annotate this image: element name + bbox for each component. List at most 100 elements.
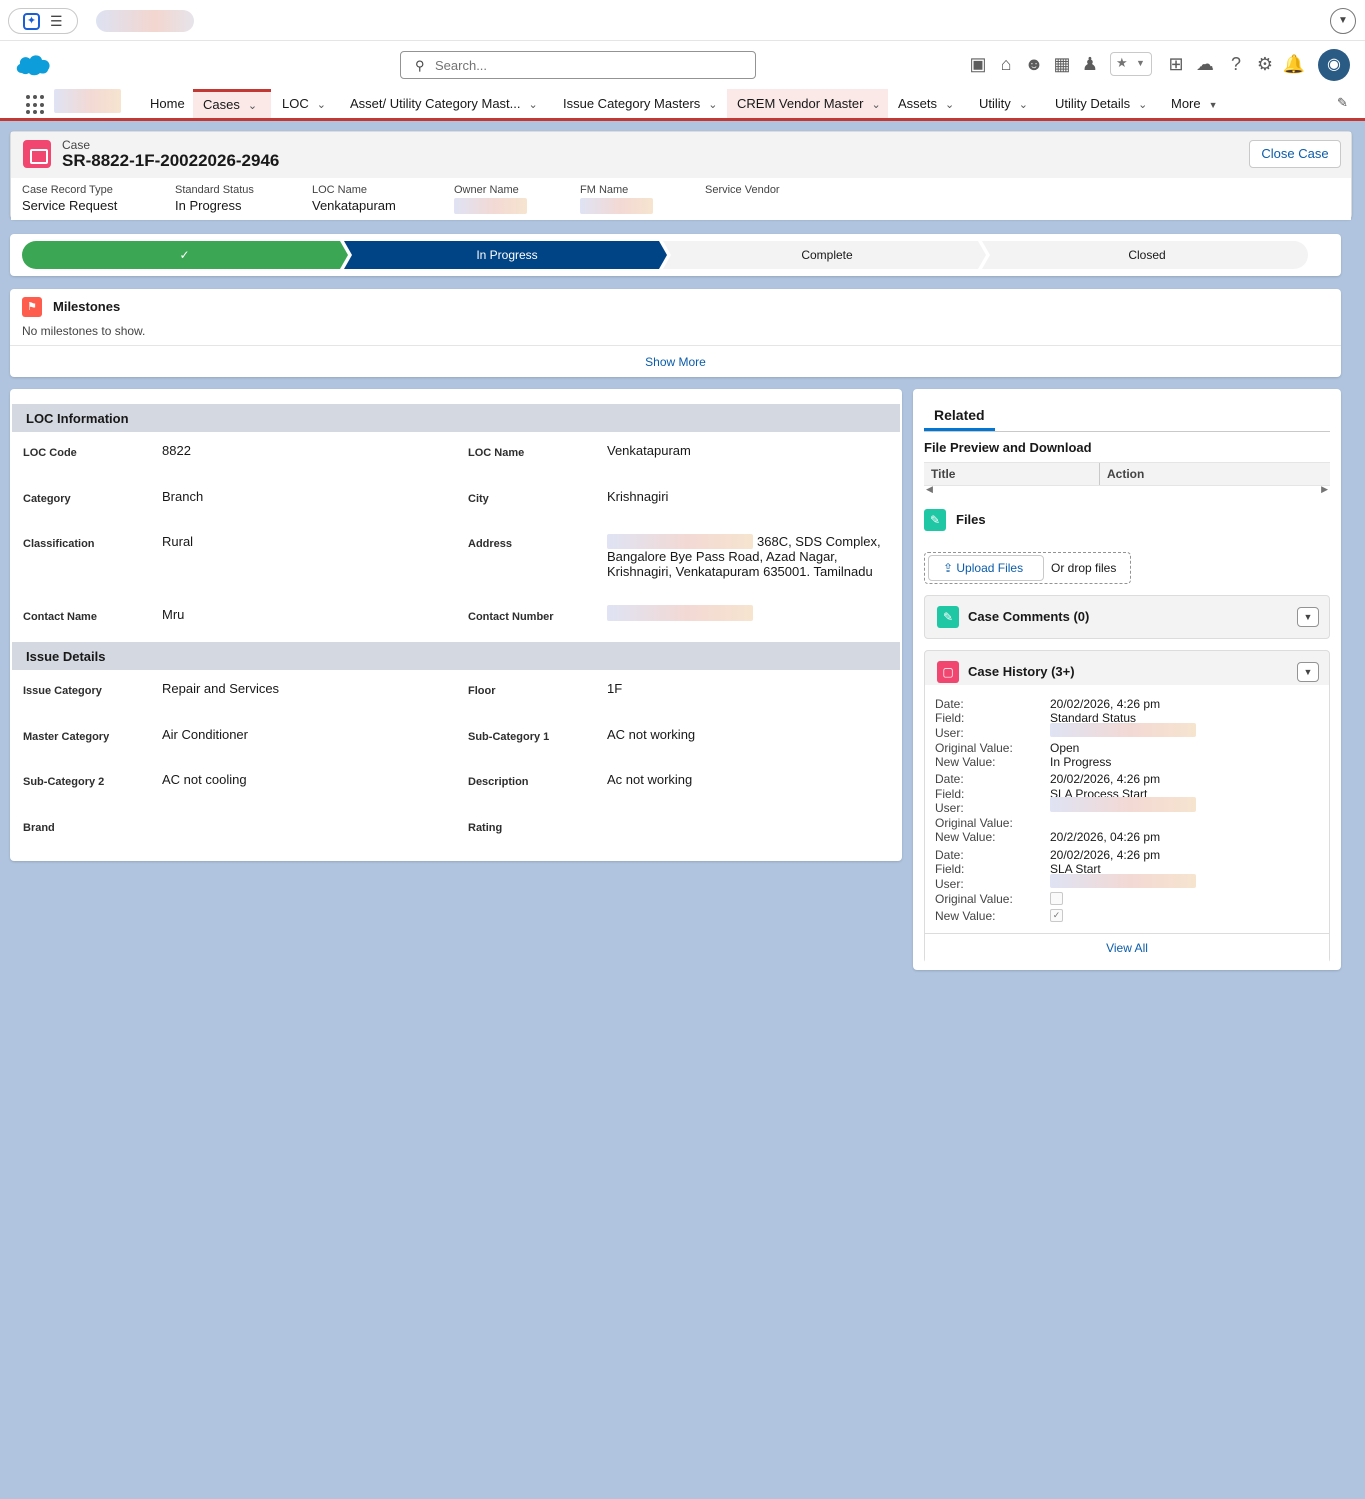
section-loc-information[interactable]: LOC Information: [12, 404, 900, 432]
nav-label: Utility: [979, 96, 1011, 111]
nav-item-utility-details[interactable]: Utility Details ⌄: [1045, 89, 1147, 118]
avatar[interactable]: ◉: [1318, 49, 1350, 81]
nav-item-utility[interactable]: Utility ⌄: [969, 89, 1028, 118]
show-more-link[interactable]: Show More: [10, 355, 1341, 369]
gear-icon[interactable]: ⚙: [1253, 51, 1277, 77]
nav-item-crem-vendor[interactable]: CREM Vendor Master ⌄: [727, 89, 888, 118]
chevron-down-icon[interactable]: ⌄: [1019, 99, 1028, 111]
salesforce-logo[interactable]: [14, 51, 52, 77]
case-history-title[interactable]: Case History (3+): [968, 664, 1075, 679]
chevron-down-icon[interactable]: ⌄: [871, 99, 880, 111]
chevron-down-icon[interactable]: ⌄: [708, 99, 717, 111]
nav-label: Utility Details: [1055, 96, 1131, 111]
upload-files-button[interactable]: ⇪ Upload Files: [928, 555, 1044, 581]
edit-nav-icon[interactable]: ✎: [1337, 95, 1348, 111]
chevron-down-icon[interactable]: ▼: [1330, 8, 1356, 34]
add-icon[interactable]: ⊞: [1164, 51, 1188, 77]
favorites-button[interactable]: ★ ▼: [1110, 52, 1152, 76]
path-step-closed[interactable]: Closed: [987, 241, 1307, 269]
file-drop-zone[interactable]: ⇪ Upload Files Or drop files: [924, 552, 1131, 584]
nav-item-home[interactable]: Home: [140, 89, 185, 118]
chevron-down-icon[interactable]: ⌄: [317, 99, 326, 111]
redacted-user-link[interactable]: [1050, 723, 1196, 737]
chevron-down-icon[interactable]: ⌄: [529, 99, 538, 111]
files-title[interactable]: Files: [956, 512, 986, 527]
user-settings-icon[interactable]: ♟: [1078, 51, 1102, 77]
nav-item-assets[interactable]: Assets ⌄: [888, 89, 954, 118]
chevron-down-icon[interactable]: ⌄: [1138, 99, 1147, 111]
chevron-down-icon[interactable]: ▼: [1136, 58, 1145, 68]
field-value-city: Krishnagiri: [607, 489, 669, 504]
nav-label: Issue Category Masters: [563, 96, 701, 111]
redacted-user-link[interactable]: [1050, 874, 1196, 888]
global-header: ⚲ Search... ▣ ⌂ ☻ ▦ ♟ ★ ▼ ⊞ ☁ ? ⚙ 🔔 ◉: [0, 41, 1365, 89]
chevron-down-icon[interactable]: ⌄: [945, 99, 954, 111]
field-value-loc-name[interactable]: Venkatapuram: [607, 443, 691, 458]
redacted-owner-link[interactable]: [454, 198, 527, 214]
astro-icon[interactable]: ☻: [1022, 51, 1046, 77]
milestones-empty-text: No milestones to show.: [22, 324, 146, 338]
redacted-user-link[interactable]: [1050, 797, 1196, 812]
nav-item-more[interactable]: More ▼: [1161, 89, 1218, 118]
agent-launcher-button[interactable]: ✦ ☰: [8, 8, 78, 34]
help-icon[interactable]: ?: [1224, 51, 1248, 77]
comment-icon: ✎: [937, 606, 959, 628]
highlight-status: Standard Status In Progress: [175, 184, 254, 213]
field-label-rating: Rating: [468, 822, 503, 834]
history-label: Original Value:: [935, 816, 1013, 830]
chevron-down-icon[interactable]: ▼: [1297, 662, 1319, 682]
field-label-address: Address: [468, 538, 513, 550]
milestone-icon: ⚑: [22, 297, 42, 317]
nav-label: More: [1171, 96, 1201, 111]
view-all-link[interactable]: View All: [925, 941, 1329, 955]
close-case-button[interactable]: Close Case: [1249, 140, 1341, 168]
dashboard-icon[interactable]: ▦: [1050, 51, 1074, 77]
nav-item-cases[interactable]: Cases ⌄: [193, 89, 271, 118]
caret-down-icon: ▼: [1208, 100, 1218, 110]
field-label-master-category: Master Category: [23, 731, 110, 743]
column-header-title[interactable]: Title: [931, 467, 955, 481]
bell-icon[interactable]: 🔔: [1282, 51, 1306, 77]
tab-related[interactable]: Related: [924, 407, 995, 431]
home-icon[interactable]: ⌂: [994, 51, 1018, 77]
field-label-category: Category: [23, 493, 71, 505]
field-value-classification: Rural: [162, 534, 194, 549]
section-issue-details[interactable]: Issue Details: [12, 642, 900, 670]
column-header-action[interactable]: Action: [1107, 467, 1144, 481]
field-value-contact-name: Mru: [162, 607, 185, 622]
field-label-loc-name: LOC Name: [468, 447, 525, 459]
path-step-complete[interactable]: Complete: [667, 241, 987, 269]
record-details: LOC Information LOC Code 8822 LOC Name V…: [10, 389, 902, 861]
field-value-description: Ac not working: [607, 772, 693, 787]
scroll-right-icon[interactable]: ▶: [1321, 484, 1328, 495]
files-icon: ✎: [924, 509, 946, 531]
report-icon[interactable]: ▣: [966, 51, 990, 77]
global-search-input[interactable]: ⚲ Search...: [400, 51, 756, 79]
history-date: 20/02/2026, 4:26 pm: [1050, 697, 1161, 711]
highlight-loc-name: LOC Name Venkatapuram: [312, 184, 396, 213]
history-label: Original Value:: [935, 741, 1013, 755]
object-label: Case: [62, 138, 91, 152]
redacted-fm-link[interactable]: [580, 198, 653, 214]
nav-item-issue-category[interactable]: Issue Category Masters ⌄: [553, 89, 718, 118]
field-value-loc-code: 8822: [162, 443, 191, 458]
nav-item-loc[interactable]: LOC ⌄: [272, 89, 326, 118]
path-step-in-progress[interactable]: In Progress: [347, 241, 667, 269]
search-placeholder: Search...: [435, 58, 488, 73]
field-label: Service Vendor: [705, 184, 780, 196]
nav-item-asset-category[interactable]: Asset/ Utility Category Mast... ⌄: [340, 89, 538, 118]
case-comments-title[interactable]: Case Comments (0): [968, 609, 1089, 624]
history-label: New Value:: [935, 755, 996, 769]
chevron-down-icon[interactable]: ⌄: [248, 100, 257, 112]
status-path: ✓ In Progress Complete Closed: [10, 234, 1341, 276]
nav-label: Cases: [203, 97, 240, 112]
horizontal-scrollbar[interactable]: ◀ ▶: [924, 484, 1330, 496]
related-panel: Related File Preview and Download Title …: [913, 389, 1341, 970]
history-label: Field:: [935, 787, 965, 801]
chevron-down-icon[interactable]: ▼: [1297, 607, 1319, 627]
trailhead-icon[interactable]: ☁: [1193, 51, 1217, 77]
app-launcher-icon[interactable]: [26, 95, 46, 115]
scroll-left-icon[interactable]: ◀: [926, 484, 933, 495]
menu-icon: ☰: [50, 13, 63, 29]
check-icon: ✓: [179, 248, 190, 262]
